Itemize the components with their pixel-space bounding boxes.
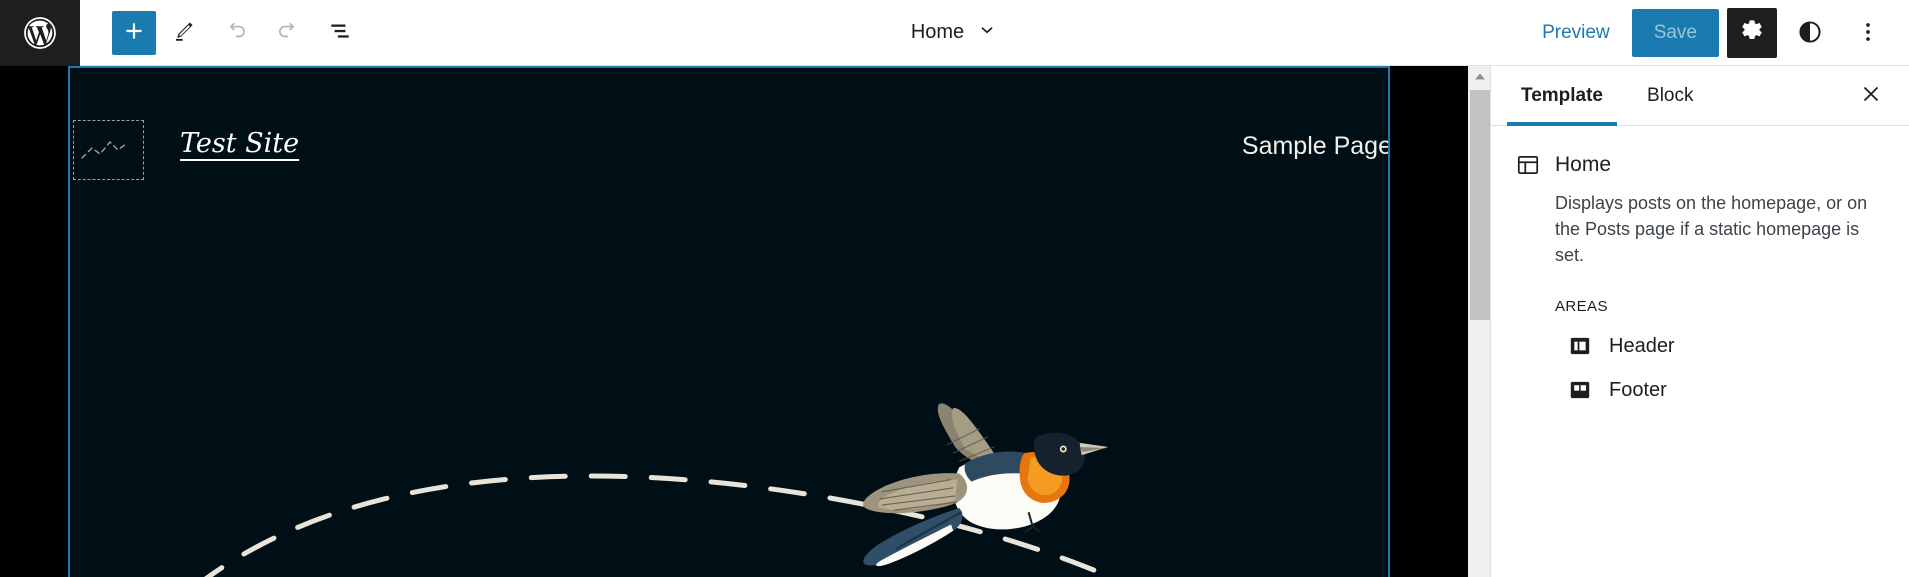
- template-description: Displays posts on the homepage, or on th…: [1555, 193, 1868, 266]
- settings-button[interactable]: [1727, 8, 1777, 58]
- wordpress-logo-button[interactable]: [0, 0, 80, 66]
- tab-block[interactable]: Block: [1625, 66, 1715, 125]
- scroll-up-arrow-icon: [1474, 68, 1486, 86]
- more-options-button[interactable]: [1843, 8, 1893, 58]
- editor-canvas-area: Test Site Sample Page: [0, 66, 1490, 577]
- wordpress-logo-icon: [21, 14, 59, 52]
- undo-icon: [223, 18, 249, 47]
- template-summary-row: Home: [1515, 152, 1885, 178]
- redo-icon: [275, 18, 301, 47]
- add-block-button[interactable]: [112, 10, 156, 55]
- close-sidebar-button[interactable]: [1851, 76, 1891, 116]
- template-layout-icon: [1515, 152, 1541, 178]
- scrollbar-thumb[interactable]: [1470, 90, 1490, 320]
- undo-button[interactable]: [212, 9, 260, 57]
- nav-item-sample-page[interactable]: Sample Page: [1242, 132, 1388, 161]
- site-header-block[interactable]: Test Site Sample Page: [70, 120, 1388, 208]
- document-title-dropdown[interactable]: Home: [805, 0, 1105, 66]
- list-view-icon: [327, 18, 353, 47]
- canvas-scrollbar[interactable]: [1468, 66, 1491, 577]
- styles-button[interactable]: [1785, 8, 1835, 58]
- redo-button[interactable]: [264, 9, 312, 57]
- site-title-block[interactable]: Test Site: [180, 128, 299, 159]
- gear-icon: [1738, 18, 1766, 49]
- editor-toolbar-right: Preview Save: [1528, 0, 1893, 66]
- image-placeholder-icon: [80, 130, 138, 171]
- area-item-header[interactable]: Header: [1567, 333, 1885, 359]
- area-item-footer[interactable]: Footer: [1567, 377, 1885, 403]
- chevron-down-icon: [976, 19, 998, 46]
- edit-tool-button[interactable]: [160, 9, 208, 57]
- scrollbar-up-button[interactable]: [1469, 66, 1491, 88]
- sidebar-tablist: Template Block: [1491, 66, 1909, 126]
- areas-heading: AREAS: [1555, 298, 1608, 316]
- plus-icon: [121, 18, 147, 47]
- tab-template[interactable]: Template: [1499, 66, 1625, 126]
- pencil-icon: [171, 18, 197, 47]
- site-logo-placeholder[interactable]: [73, 120, 144, 180]
- header-area-icon: [1567, 333, 1593, 359]
- sidebar-panel-template: Home Displays posts on the homepage, or …: [1491, 126, 1909, 403]
- template-name: Home: [1555, 153, 1612, 176]
- save-button[interactable]: Save: [1631, 9, 1719, 57]
- contrast-half-circle-icon: [1796, 18, 1824, 49]
- site-editor-root: Home Preview Save Test Site Sample Page …: [0, 0, 1909, 577]
- area-label-footer: Footer: [1609, 378, 1667, 401]
- list-view-button[interactable]: [316, 9, 364, 57]
- template-canvas[interactable]: Test Site Sample Page: [68, 66, 1390, 577]
- preview-button[interactable]: Preview: [1528, 14, 1624, 52]
- settings-sidebar: Template Block Home Displays posts on th…: [1490, 66, 1909, 577]
- footer-area-icon: [1567, 377, 1593, 403]
- three-dots-vertical-icon: [1855, 19, 1881, 48]
- document-title-text: Home: [910, 21, 965, 43]
- area-label-header: Header: [1609, 334, 1675, 357]
- editor-toolbar-left: [80, 9, 364, 57]
- editor-header: Home Preview Save: [0, 0, 1909, 66]
- close-x-icon: [1859, 82, 1883, 109]
